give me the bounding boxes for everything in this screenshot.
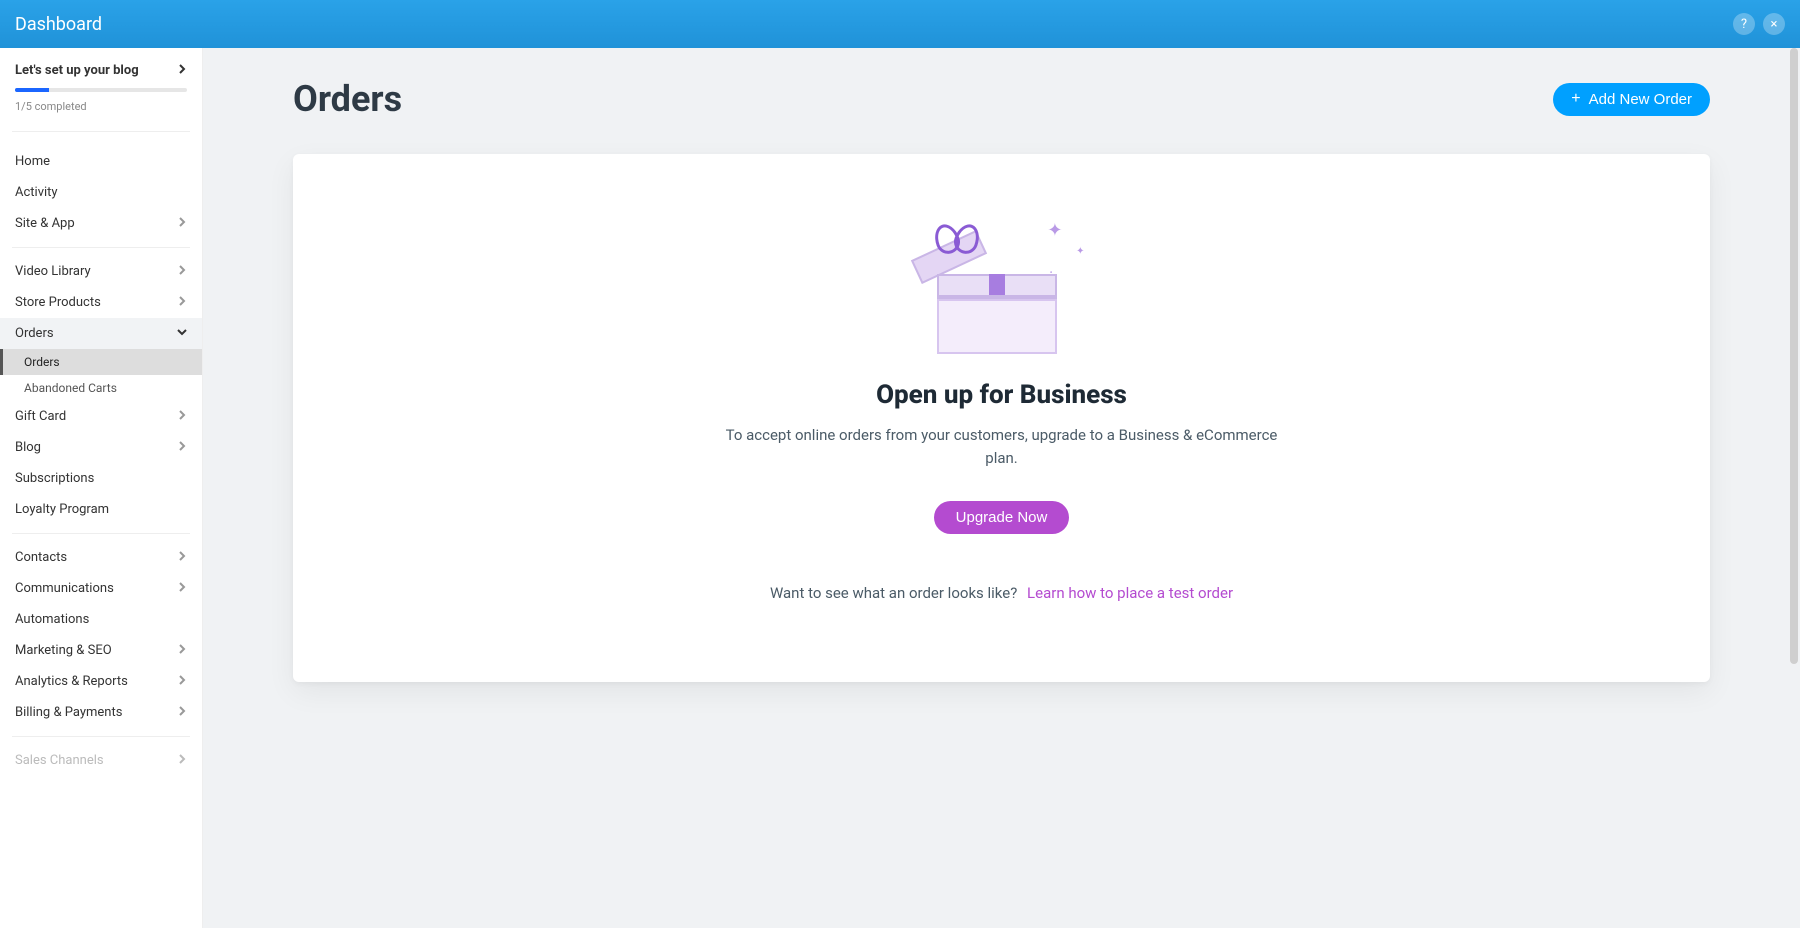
sidebar-item-label: Site & App	[15, 216, 75, 231]
page-title: Orders	[293, 78, 402, 120]
sidebar-subitem-abandoned-carts[interactable]: Abandoned Carts	[0, 375, 202, 401]
content-area: Orders + Add New Order ✦ ✦ •	[203, 48, 1800, 928]
chevron-right-icon	[177, 440, 187, 455]
add-button-label: Add New Order	[1589, 91, 1692, 108]
sidebar-item-blog[interactable]: Blog	[0, 432, 202, 463]
setup-block: Let's set up your blog 1/5 completed	[0, 48, 202, 123]
sidebar-item-label: Analytics & Reports	[15, 674, 128, 689]
chevron-right-icon	[177, 753, 187, 768]
sidebar-item-automations[interactable]: Automations	[0, 604, 202, 635]
upgrade-button-label: Upgrade Now	[956, 509, 1048, 526]
sidebar-item-analytics-reports[interactable]: Analytics & Reports	[0, 666, 202, 697]
sidebar-item-label: Home	[15, 154, 50, 169]
chevron-right-icon	[177, 264, 187, 279]
close-icon[interactable]: ×	[1763, 13, 1785, 35]
nav-list: Home Activity Site & App Video Library S…	[0, 146, 202, 776]
plus-icon: +	[1571, 91, 1580, 107]
setup-progress-fill	[15, 88, 49, 92]
nav-divider	[12, 736, 190, 737]
learn-test-order-link[interactable]: Learn how to place a test order	[1027, 584, 1233, 602]
sidebar-item-loyalty-program[interactable]: Loyalty Program	[0, 494, 202, 525]
setup-row[interactable]: Let's set up your blog	[15, 63, 187, 78]
page-header: Orders + Add New Order	[203, 48, 1800, 130]
sidebar-item-billing-payments[interactable]: Billing & Payments	[0, 697, 202, 728]
top-bar-title: Dashboard	[15, 14, 102, 35]
sidebar-item-sales-channels[interactable]: Sales Channels	[0, 745, 202, 776]
chevron-right-icon	[177, 705, 187, 720]
sidebar-item-label: Video Library	[15, 264, 91, 279]
setup-completed-text: 1/5 completed	[15, 100, 187, 113]
chevron-right-icon	[177, 674, 187, 689]
sidebar-item-activity[interactable]: Activity	[0, 177, 202, 208]
setup-title: Let's set up your blog	[15, 63, 139, 78]
scrollbar-thumb[interactable]	[1790, 48, 1798, 664]
setup-progress-bar	[15, 88, 187, 92]
sidebar-item-communications[interactable]: Communications	[0, 573, 202, 604]
upgrade-now-button[interactable]: Upgrade Now	[934, 501, 1070, 534]
add-new-order-button[interactable]: + Add New Order	[1553, 83, 1710, 116]
app-top-bar: Dashboard ? ×	[0, 0, 1800, 48]
chevron-right-icon	[177, 63, 187, 78]
sidebar-item-label: Loyalty Program	[15, 502, 109, 517]
test-order-line: Want to see what an order looks like? Le…	[333, 584, 1670, 602]
sidebar-item-label: Communications	[15, 581, 114, 596]
vertical-scrollbar[interactable]	[1790, 48, 1798, 928]
sidebar-item-label: Sales Channels	[15, 753, 104, 768]
sidebar-item-gift-card[interactable]: Gift Card	[0, 401, 202, 432]
chevron-right-icon	[177, 643, 187, 658]
nav-divider	[12, 247, 190, 248]
sidebar-item-label: Gift Card	[15, 409, 66, 424]
empty-state-panel: ✦ ✦ • Open up for Business To accept onl…	[293, 154, 1710, 682]
empty-state-title: Open up for Business	[333, 380, 1670, 410]
sidebar-item-label: Contacts	[15, 550, 67, 565]
empty-state-description: To accept online orders from your custom…	[722, 424, 1282, 469]
sidebar-item-label: Store Products	[15, 295, 101, 310]
chevron-right-icon	[177, 581, 187, 596]
nav-divider	[12, 533, 190, 534]
sidebar-subitem-label: Orders	[24, 355, 60, 369]
chevron-right-icon	[177, 295, 187, 310]
top-bar-actions: ? ×	[1733, 13, 1785, 35]
sidebar-item-contacts[interactable]: Contacts	[0, 542, 202, 573]
chevron-right-icon	[177, 409, 187, 424]
test-order-prompt: Want to see what an order looks like?	[770, 584, 1017, 602]
sidebar-item-subscriptions[interactable]: Subscriptions	[0, 463, 202, 494]
sidebar-item-video-library[interactable]: Video Library	[0, 256, 202, 287]
sidebar-item-store-products[interactable]: Store Products	[0, 287, 202, 318]
sidebar-item-home[interactable]: Home	[0, 146, 202, 177]
sidebar-item-label: Subscriptions	[15, 471, 94, 486]
sidebar-item-label: Orders	[15, 326, 54, 341]
sidebar: Let's set up your blog 1/5 completed Hom…	[0, 48, 203, 928]
sidebar-item-label: Automations	[15, 612, 89, 627]
sidebar-item-label: Billing & Payments	[15, 705, 122, 720]
sidebar-item-site-app[interactable]: Site & App	[0, 208, 202, 239]
sidebar-subitem-orders[interactable]: Orders	[0, 349, 202, 375]
sidebar-item-label: Blog	[15, 440, 41, 455]
sidebar-item-marketing-seo[interactable]: Marketing & SEO	[0, 635, 202, 666]
help-icon[interactable]: ?	[1733, 13, 1755, 35]
chevron-down-icon	[177, 326, 187, 341]
chevron-right-icon	[177, 216, 187, 231]
sidebar-subitem-label: Abandoned Carts	[24, 381, 117, 395]
nav-divider	[12, 131, 190, 132]
chevron-right-icon	[177, 550, 187, 565]
gift-box-illustration: ✦ ✦ •	[333, 214, 1670, 354]
sidebar-item-label: Marketing & SEO	[15, 643, 112, 658]
sidebar-item-label: Activity	[15, 185, 58, 200]
sidebar-item-orders[interactable]: Orders	[0, 318, 202, 349]
